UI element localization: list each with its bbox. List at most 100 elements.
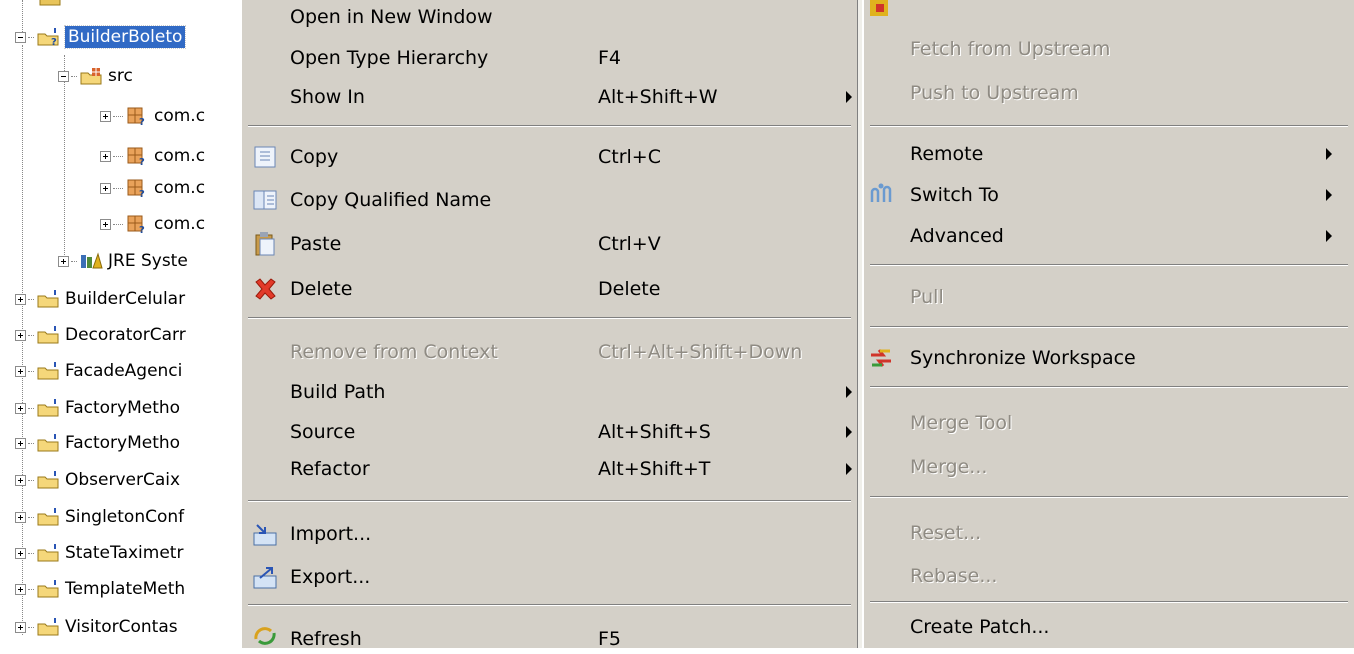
menu-item-remote[interactable]: Remote xyxy=(864,136,1354,172)
menu-item-open-new-window[interactable]: Open in New Window xyxy=(242,0,857,36)
menu-item-copy[interactable]: Copy Ctrl+C xyxy=(242,139,857,175)
tree-row-project[interactable]: DecoratorCarr xyxy=(15,320,186,350)
tree-row-project[interactable]: SingletonConf xyxy=(15,502,184,532)
expand-toggle[interactable] xyxy=(100,182,111,194)
tree-row-src[interactable]: src xyxy=(58,61,133,91)
menu-item-pull[interactable]: Pull xyxy=(864,279,1354,315)
tree-row-package[interactable]: ? com.c xyxy=(100,101,205,131)
menu-separator xyxy=(870,496,1348,498)
expand-toggle[interactable] xyxy=(15,402,26,414)
menu-item-push-to-upstream[interactable]: Push to Upstream xyxy=(864,75,1354,111)
copy-icon xyxy=(254,146,276,168)
menu-item-merge-tool[interactable]: Merge Tool xyxy=(864,405,1354,441)
menu-item-refactor[interactable]: Refactor Alt+Shift+T xyxy=(242,451,857,487)
tree-row-project[interactable]: StateTaximetr xyxy=(15,538,183,568)
expand-toggle[interactable] xyxy=(100,110,111,122)
tree-label-project: FactoryMetho xyxy=(65,433,181,453)
tree-row-project[interactable]: VisitorContas xyxy=(15,612,178,642)
menu-item-copy-qualified-name[interactable]: Copy Qualified Name xyxy=(242,182,857,218)
tree-label-builderboleto: BuilderBoleto xyxy=(63,25,187,49)
menu-item-merge[interactable]: Merge... xyxy=(864,449,1354,485)
tree-label-project: BuilderCelular xyxy=(65,289,186,309)
tree-label-project: VisitorContas xyxy=(65,617,178,637)
menu-separator xyxy=(248,317,851,319)
expand-toggle[interactable] xyxy=(15,621,26,633)
project-folder-icon xyxy=(39,0,61,6)
svg-text:?: ? xyxy=(139,189,145,198)
menu-item-synchronize-workspace[interactable]: Synchronize Workspace xyxy=(864,340,1354,376)
menu-item-rebase[interactable]: Rebase... xyxy=(864,558,1354,594)
menu-item-advanced[interactable]: Advanced xyxy=(864,218,1354,254)
tree-row-project[interactable]: FacadeAgenci xyxy=(15,356,182,386)
project-folder-icon xyxy=(37,471,59,489)
menu-item-import[interactable]: Import... xyxy=(242,516,857,552)
switch-branch-icon xyxy=(870,183,892,202)
menu-item-refresh[interactable]: Refresh F5 xyxy=(242,618,857,654)
collapse-toggle[interactable] xyxy=(58,70,69,82)
expand-toggle[interactable] xyxy=(100,218,111,230)
project-folder-icon xyxy=(37,399,59,417)
tree-row-project[interactable]: FactoryMetho xyxy=(15,393,180,423)
menu-item-commit-partial[interactable] xyxy=(864,0,1354,16)
menu-item-show-in[interactable]: Show In Alt+Shift+W xyxy=(242,79,857,115)
tree-row-package[interactable]: ? com.c xyxy=(100,209,205,239)
tree-label-project: TemplateMeth xyxy=(65,579,186,599)
tree-label-project: StateTaximetr xyxy=(65,543,184,563)
expand-toggle[interactable] xyxy=(15,547,26,559)
menu-separator xyxy=(248,500,851,502)
menu-item-paste[interactable]: Paste Ctrl+V xyxy=(242,226,857,262)
tree-label-project: FactoryMetho xyxy=(65,398,181,418)
tree-row-package[interactable]: ? com.c xyxy=(100,173,205,203)
expand-toggle[interactable] xyxy=(100,150,111,162)
team-submenu: Fetch from Upstream Push to Upstream Rem… xyxy=(862,0,1354,648)
synchronize-icon xyxy=(871,349,891,367)
tree-row-project[interactable]: ObserverCaix xyxy=(15,465,180,495)
expand-toggle[interactable] xyxy=(15,583,26,595)
menu-item-open-type-hierarchy[interactable]: Open Type Hierarchy F4 xyxy=(242,40,857,76)
menu-separator xyxy=(870,601,1348,603)
menu-item-switch-to[interactable]: Switch To xyxy=(864,177,1354,213)
paste-icon xyxy=(255,232,275,256)
menu-item-export[interactable]: Export... xyxy=(242,559,857,595)
menu-separator xyxy=(248,125,851,127)
source-folder-icon xyxy=(80,68,102,85)
menu-item-fetch-from-upstream[interactable]: Fetch from Upstream xyxy=(864,31,1354,67)
menu-item-source[interactable]: Source Alt+Shift+S xyxy=(242,414,857,450)
expand-toggle[interactable] xyxy=(58,255,69,267)
menu-item-delete[interactable]: Delete Delete xyxy=(242,271,857,307)
collapse-toggle[interactable] xyxy=(15,31,26,43)
menu-item-build-path[interactable]: Build Path xyxy=(242,374,857,410)
tree-label-package: com.c xyxy=(154,106,206,126)
tree-row-package[interactable]: ? com.c xyxy=(100,141,205,171)
tree-label-jre: JRE Syste xyxy=(108,251,188,271)
project-folder-icon xyxy=(37,618,59,636)
menu-separator xyxy=(870,386,1348,388)
menu-item-remove-from-context[interactable]: Remove from Context Ctrl+Alt+Shift+Down xyxy=(242,334,857,370)
expand-toggle[interactable] xyxy=(15,511,26,523)
expand-toggle[interactable] xyxy=(15,293,26,305)
tree-label-package: com.c xyxy=(154,178,206,198)
tree-row-jre[interactable]: JRE Syste xyxy=(58,246,188,276)
menu-item-reset[interactable]: Reset... xyxy=(864,515,1354,551)
expand-toggle[interactable] xyxy=(15,437,26,449)
expand-toggle[interactable] xyxy=(15,474,26,486)
project-folder-icon: ? xyxy=(37,28,59,47)
tree-label-project: ObserverCaix xyxy=(65,470,181,490)
tree-label-package: com.c xyxy=(154,214,206,234)
tree-label-project: DecoratorCarr xyxy=(65,325,186,345)
package-icon: ? xyxy=(127,107,145,126)
tree-row-project[interactable]: TemplateMeth xyxy=(15,574,185,604)
menu-item-create-patch[interactable]: Create Patch... xyxy=(864,614,1354,650)
project-folder-icon xyxy=(37,434,59,452)
tree-row-project[interactable]: BuilderCelular xyxy=(15,284,185,314)
tree-row-project[interactable]: FactoryMetho xyxy=(15,428,180,458)
import-icon xyxy=(253,524,277,546)
package-explorer-tree: ? BuilderBoleto src ? com.c ? com.c ? co… xyxy=(0,0,240,648)
project-folder-icon xyxy=(37,326,59,344)
expand-toggle[interactable] xyxy=(15,365,26,377)
expand-toggle[interactable] xyxy=(15,329,26,341)
tree-row-project-builderboleto[interactable]: ? BuilderBoleto xyxy=(15,22,187,52)
delete-icon xyxy=(255,278,276,300)
svg-text:?: ? xyxy=(51,37,57,47)
project-folder-icon xyxy=(37,544,59,562)
